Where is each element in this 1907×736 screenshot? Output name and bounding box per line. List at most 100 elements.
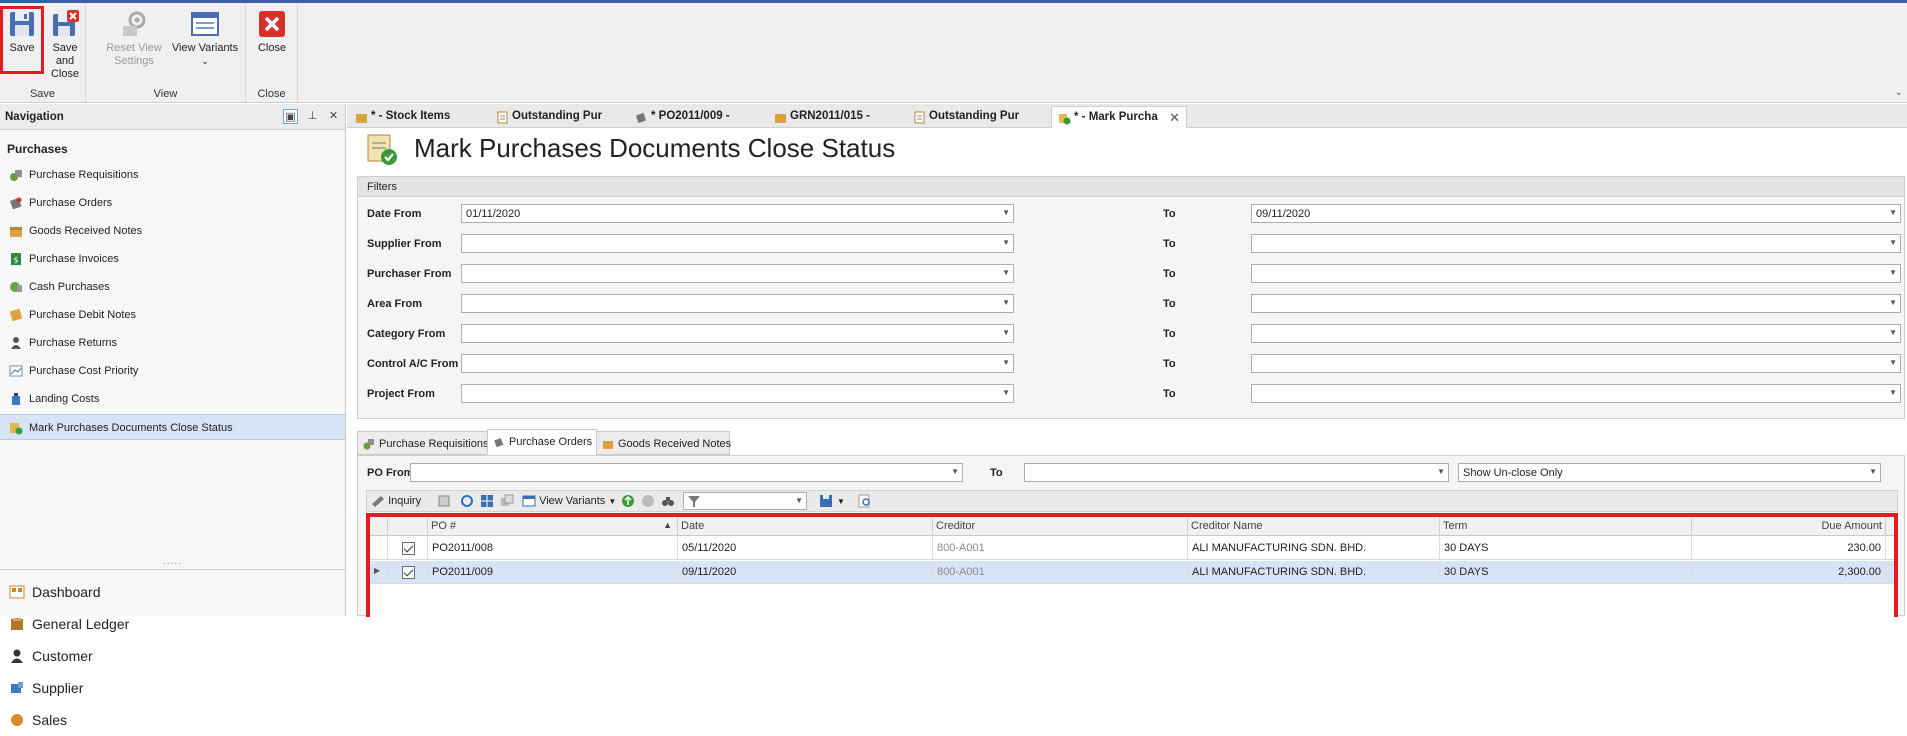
column-header-po[interactable]: PO # ▲ bbox=[428, 517, 678, 536]
grid-tool-3[interactable] bbox=[480, 494, 494, 509]
row-checkbox[interactable] bbox=[402, 566, 415, 579]
cell-term: 30 DAYS bbox=[1440, 537, 1692, 560]
filter-from-combo[interactable]: ▼ bbox=[461, 324, 1014, 343]
tab-po2011-009[interactable]: * PO2011/009 - bbox=[629, 106, 753, 128]
filter-to-combo[interactable]: 09/11/2020 ▼ bbox=[1251, 204, 1901, 223]
sort-ascending-icon: ▲ bbox=[663, 520, 672, 530]
po-to-combo[interactable]: ▼ bbox=[1024, 463, 1449, 482]
nav-item-purchase-returns[interactable]: Purchase Returns bbox=[0, 330, 345, 356]
row-checkbox-cell[interactable] bbox=[388, 537, 428, 560]
nav-item-purchase-cost-priority[interactable]: Purchase Cost Priority bbox=[0, 358, 345, 384]
close-icon[interactable]: ✕ bbox=[326, 109, 341, 124]
refresh-button[interactable] bbox=[460, 494, 474, 509]
subtab-label: Purchase Requisitions bbox=[379, 438, 489, 450]
floppy-disk-icon bbox=[7, 9, 37, 39]
grid-search-button[interactable] bbox=[858, 494, 872, 509]
filter-from-combo[interactable]: ▼ bbox=[461, 384, 1014, 403]
cell-date: 09/11/2020 bbox=[678, 561, 933, 584]
column-header-term[interactable]: Term bbox=[1440, 517, 1692, 536]
reset-view-settings-button[interactable]: Reset View Settings bbox=[106, 9, 162, 68]
column-header-creditor[interactable]: Creditor bbox=[933, 517, 1188, 536]
filter-from-combo[interactable]: 01/11/2020 ▼ bbox=[461, 204, 1014, 223]
navigation-title: Navigation bbox=[5, 111, 64, 123]
filter-to-label: To bbox=[1163, 238, 1176, 250]
show-filter-combo[interactable]: Show Un-close Only ▼ bbox=[1458, 463, 1881, 482]
filter-to-combo[interactable]: ▼ bbox=[1251, 294, 1901, 313]
filter-row: Category From ▼ To ▼ bbox=[358, 323, 1906, 345]
table-row[interactable]: PO2011/008 05/11/2020 800-A001 ALI MANUF… bbox=[370, 537, 1894, 560]
filter-from-combo[interactable]: ▼ bbox=[461, 264, 1014, 283]
grid-tool-1[interactable] bbox=[437, 494, 451, 509]
filter-to-combo[interactable]: ▼ bbox=[1251, 384, 1901, 403]
filter-to-combo[interactable]: ▼ bbox=[1251, 264, 1901, 283]
checkbox-header[interactable] bbox=[388, 517, 428, 536]
tab-mark-purchases[interactable]: * - Mark Purcha ✕ bbox=[1051, 106, 1187, 128]
nav-item-purchase-requisitions[interactable]: Purchase Requisitions bbox=[0, 162, 345, 188]
filter-from-combo[interactable]: ▼ bbox=[461, 294, 1014, 313]
row-checkbox-cell[interactable] bbox=[388, 561, 428, 584]
row-indicator-header bbox=[370, 517, 388, 536]
stop-button[interactable] bbox=[641, 494, 655, 509]
nav-item-label: Purchase Debit Notes bbox=[29, 309, 136, 321]
filter-combo[interactable]: ▼ bbox=[683, 492, 807, 510]
ledger-icon bbox=[11, 618, 23, 630]
tab-label: * - Stock Items bbox=[371, 110, 451, 122]
dropdown-arrow-icon: ▼ bbox=[1002, 238, 1010, 247]
nav-item-mark-purchases-documents-close-status[interactable]: Mark Purchases Documents Close Status bbox=[0, 414, 345, 440]
filter-to-combo[interactable]: ▼ bbox=[1251, 324, 1901, 343]
filter-from-combo[interactable]: ▼ bbox=[461, 234, 1014, 253]
nav-module-general-ledger[interactable]: General Ledger bbox=[0, 608, 345, 640]
subtab-goods-received-notes[interactable]: Goods Received Notes bbox=[596, 431, 731, 455]
po-to-label: To bbox=[990, 467, 1003, 479]
column-header-date[interactable]: Date bbox=[678, 517, 933, 536]
dropdown-arrow-icon: ▼ bbox=[1889, 268, 1897, 277]
find-button[interactable] bbox=[661, 494, 675, 509]
nav-module-supplier[interactable]: Supplier bbox=[0, 672, 345, 704]
nav-item-landing-costs[interactable]: Landing Costs bbox=[0, 386, 345, 412]
filter-label: Date From bbox=[367, 208, 422, 220]
tab-grn2011-015[interactable]: GRN2011/015 - bbox=[768, 106, 892, 128]
pin-icon[interactable]: ⊥ bbox=[305, 109, 320, 124]
save-and-close-button[interactable]: Save and Close bbox=[44, 9, 86, 81]
go-button[interactable] bbox=[621, 494, 635, 509]
row-checkbox[interactable] bbox=[402, 542, 415, 555]
filter-to-combo[interactable]: ▼ bbox=[1251, 234, 1901, 253]
dropdown-arrow-icon: ▼ bbox=[1002, 388, 1010, 397]
column-header-creditor-name[interactable]: Creditor Name bbox=[1188, 517, 1440, 536]
subtab-purchase-orders[interactable]: Purchase Orders bbox=[487, 429, 597, 455]
green-arrow-icon bbox=[622, 495, 634, 507]
cell-due-amount: 2,300.00 bbox=[1692, 561, 1886, 584]
close-tab-icon[interactable]: ✕ bbox=[1169, 110, 1180, 126]
tab-outstanding-purchase-2[interactable]: Outstanding Pur bbox=[907, 106, 1031, 128]
view-variants-button[interactable]: View Variants ⌄ bbox=[170, 9, 240, 68]
grid-view-variants-button[interactable]: View Variants ▼ bbox=[522, 494, 616, 509]
subtab-purchase-requisitions[interactable]: Purchase Requisitions bbox=[357, 431, 488, 455]
nav-item-cash-purchases[interactable]: Cash Purchases bbox=[0, 274, 345, 300]
nav-divider bbox=[0, 569, 345, 570]
tab-stock-items[interactable]: * - Stock Items bbox=[349, 106, 485, 128]
nav-item-purchase-orders[interactable]: Purchase Orders bbox=[0, 190, 345, 216]
nav-item-purchase-debit-notes[interactable]: Purchase Debit Notes bbox=[0, 302, 345, 328]
po-from-combo[interactable]: ▼ bbox=[410, 463, 963, 482]
table-row-selected[interactable]: ▶ PO2011/009 09/11/2020 800-A001 ALI MAN… bbox=[370, 561, 1894, 584]
view-variants-label: View Variants bbox=[171, 42, 239, 54]
filter-from-combo[interactable]: ▼ bbox=[461, 354, 1014, 373]
filter-label: Purchaser From bbox=[367, 268, 452, 280]
nav-item-purchase-invoices[interactable]: $ Purchase Invoices bbox=[0, 246, 345, 272]
filter-label: Supplier From bbox=[367, 238, 442, 250]
column-header-due-amount[interactable]: Due Amount bbox=[1692, 517, 1886, 536]
nav-module-customer[interactable]: Customer bbox=[0, 640, 345, 672]
tab-outstanding-purchase-1[interactable]: Outstanding Pur bbox=[490, 106, 614, 128]
nav-item-goods-received-notes[interactable]: Goods Received Notes bbox=[0, 218, 345, 244]
nav-splitter-handle[interactable]: ..... bbox=[0, 556, 345, 567]
grid-tool-4[interactable] bbox=[500, 494, 514, 509]
grid-save-button[interactable]: ▼ bbox=[819, 494, 845, 509]
nav-module-dashboard[interactable]: Dashboard bbox=[0, 576, 345, 608]
nav-module-sales[interactable]: Sales bbox=[0, 704, 345, 736]
ribbon-collapse-icon[interactable]: ⌄ bbox=[1895, 87, 1903, 98]
filter-to-combo[interactable]: ▼ bbox=[1251, 354, 1901, 373]
inquiry-button[interactable]: Inquiry bbox=[371, 494, 421, 509]
layout-toggle-icon[interactable]: ▣ bbox=[283, 109, 298, 124]
close-button[interactable]: Close bbox=[254, 9, 290, 55]
save-button[interactable]: Save bbox=[5, 9, 39, 55]
